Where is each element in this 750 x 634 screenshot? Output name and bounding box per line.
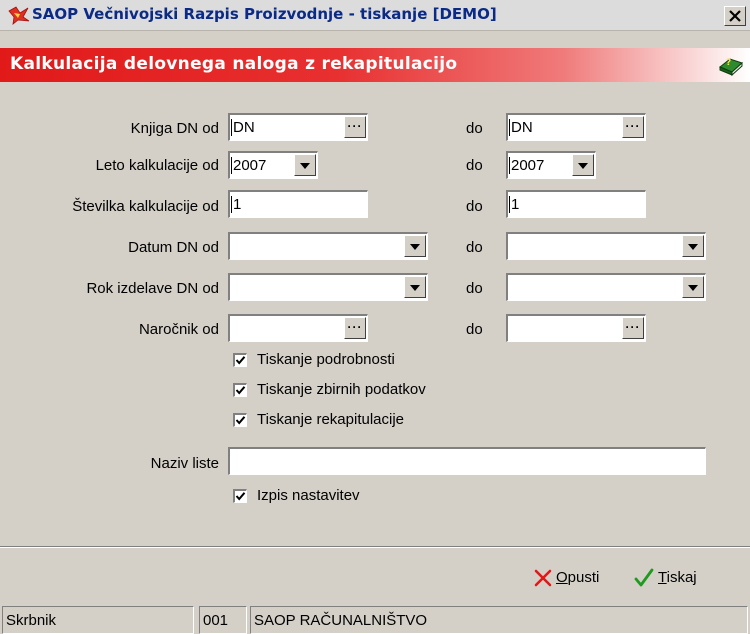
status-company: SAOP RAČUNALNIŠTVO	[250, 606, 748, 634]
naziv-liste-input[interactable]	[228, 447, 706, 475]
help-book-icon[interactable]: ?	[718, 53, 744, 77]
ellipsis-icon: ···	[625, 320, 641, 334]
knjiga-to-field[interactable]: DN ···	[506, 113, 646, 141]
status-code: 001	[199, 606, 247, 634]
close-icon	[729, 8, 741, 26]
chevron-down-icon	[300, 163, 310, 169]
izpis-nastavitev-checkbox[interactable]: Izpis nastavitev	[233, 486, 533, 508]
rok-from-dropdown-button[interactable]	[404, 276, 426, 298]
svg-text:?: ?	[726, 58, 731, 68]
izpis-nastavitev-label: Izpis nastavitev	[257, 487, 360, 504]
zbirni-checkbox[interactable]: Tiskanje zbirnih podatkov	[233, 380, 533, 402]
dialog-header: Kalkulacija delovnega naloga z rekapitul…	[0, 48, 750, 82]
rekapitulacija-label: Tiskanje rekapitulacije	[257, 411, 405, 428]
knjiga-to-label: do	[466, 120, 483, 137]
chevron-down-icon	[410, 244, 420, 250]
podrobnosti-checkbox[interactable]: Tiskanje podrobnosti	[233, 350, 533, 372]
rok-to-select[interactable]	[506, 273, 706, 301]
checkbox-box[interactable]	[233, 383, 247, 397]
rekapitulacija-checkbox[interactable]: Tiskanje rekapitulacije	[233, 410, 533, 432]
leto-to-label: do	[466, 157, 483, 174]
rok-to-dropdown-button[interactable]	[682, 276, 704, 298]
stevilka-from-value: 1	[231, 196, 242, 213]
green-check-icon	[634, 568, 654, 592]
window-titlebar: SAOP Večnivojski Razpis Proizvodnje - ti…	[0, 0, 750, 31]
ellipsis-icon: ···	[347, 320, 363, 334]
print-hotkey: T	[658, 569, 667, 586]
knjiga-to-value: DN	[509, 119, 533, 136]
leto-to-value: 2007	[509, 157, 545, 174]
knjiga-to-browse-button[interactable]: ···	[622, 116, 644, 138]
knjiga-label: Knjiga DN od	[130, 120, 219, 137]
print-label: iskaj	[666, 569, 697, 586]
stevilka-from-input[interactable]: 1	[228, 190, 368, 218]
ellipsis-icon: ···	[347, 119, 363, 133]
divider	[0, 546, 750, 548]
datum-label: Datum DN od	[128, 239, 219, 256]
cancel-hotkey: O	[556, 569, 568, 586]
chevron-down-icon	[578, 163, 588, 169]
leto-from-value: 2007	[231, 157, 267, 174]
chevron-down-icon	[410, 285, 420, 291]
close-button[interactable]	[724, 6, 746, 26]
stevilka-to-input[interactable]: 1	[506, 190, 646, 218]
leto-to-select[interactable]: 2007	[506, 151, 596, 179]
naziv-liste-label: Naziv liste	[150, 455, 219, 472]
checkmark-icon	[235, 356, 246, 365]
narocnik-to-label: do	[466, 321, 483, 338]
narocnik-to-browse-button[interactable]: ···	[622, 317, 644, 339]
saop-logo-icon	[8, 5, 30, 25]
checkmark-icon	[235, 492, 246, 501]
rok-label: Rok izdelave DN od	[86, 280, 219, 297]
narocnik-from-browse-button[interactable]: ···	[344, 317, 366, 339]
leto-from-dropdown-button[interactable]	[294, 154, 316, 176]
knjiga-from-field[interactable]: DN ···	[228, 113, 368, 141]
leto-from-select[interactable]: 2007	[228, 151, 318, 179]
datum-from-dropdown-button[interactable]	[404, 235, 426, 257]
zbirni-label: Tiskanje zbirnih podatkov	[257, 381, 426, 398]
checkmark-icon	[235, 386, 246, 395]
checkbox-box[interactable]	[233, 353, 247, 367]
red-x-icon	[534, 569, 552, 591]
checkbox-box[interactable]	[233, 413, 247, 427]
narocnik-from-field[interactable]: ···	[228, 314, 368, 342]
chevron-down-icon	[688, 285, 698, 291]
status-bar: Skrbnik 001 SAOP RAČUNALNIŠTVO	[0, 604, 750, 634]
knjiga-from-browse-button[interactable]: ···	[344, 116, 366, 138]
window-title: SAOP Večnivojski Razpis Proizvodnje - ti…	[32, 5, 497, 23]
datum-to-label: do	[466, 239, 483, 256]
knjiga-from-value: DN	[231, 119, 255, 136]
status-user: Skrbnik	[2, 606, 194, 634]
stevilka-label: Številka kalkulacije od	[72, 198, 219, 215]
chevron-down-icon	[688, 244, 698, 250]
narocnik-to-field[interactable]: ···	[506, 314, 646, 342]
checkbox-box[interactable]	[233, 489, 247, 503]
stevilka-to-label: do	[466, 198, 483, 215]
narocnik-label: Naročnik od	[138, 321, 219, 338]
datum-to-dropdown-button[interactable]	[682, 235, 704, 257]
datum-from-select[interactable]	[228, 232, 428, 260]
datum-to-select[interactable]	[506, 232, 706, 260]
checkmark-icon	[235, 416, 246, 425]
dialog-heading: Kalkulacija delovnega naloga z rekapitul…	[10, 54, 458, 74]
cancel-label: pusti	[567, 569, 600, 586]
rok-from-select[interactable]	[228, 273, 428, 301]
ellipsis-icon: ···	[625, 119, 641, 133]
podrobnosti-label: Tiskanje podrobnosti	[257, 351, 395, 368]
stevilka-to-value: 1	[509, 196, 520, 213]
rok-to-label: do	[466, 280, 483, 297]
leto-to-dropdown-button[interactable]	[572, 154, 594, 176]
leto-label: Leto kalkulacije od	[95, 157, 219, 174]
